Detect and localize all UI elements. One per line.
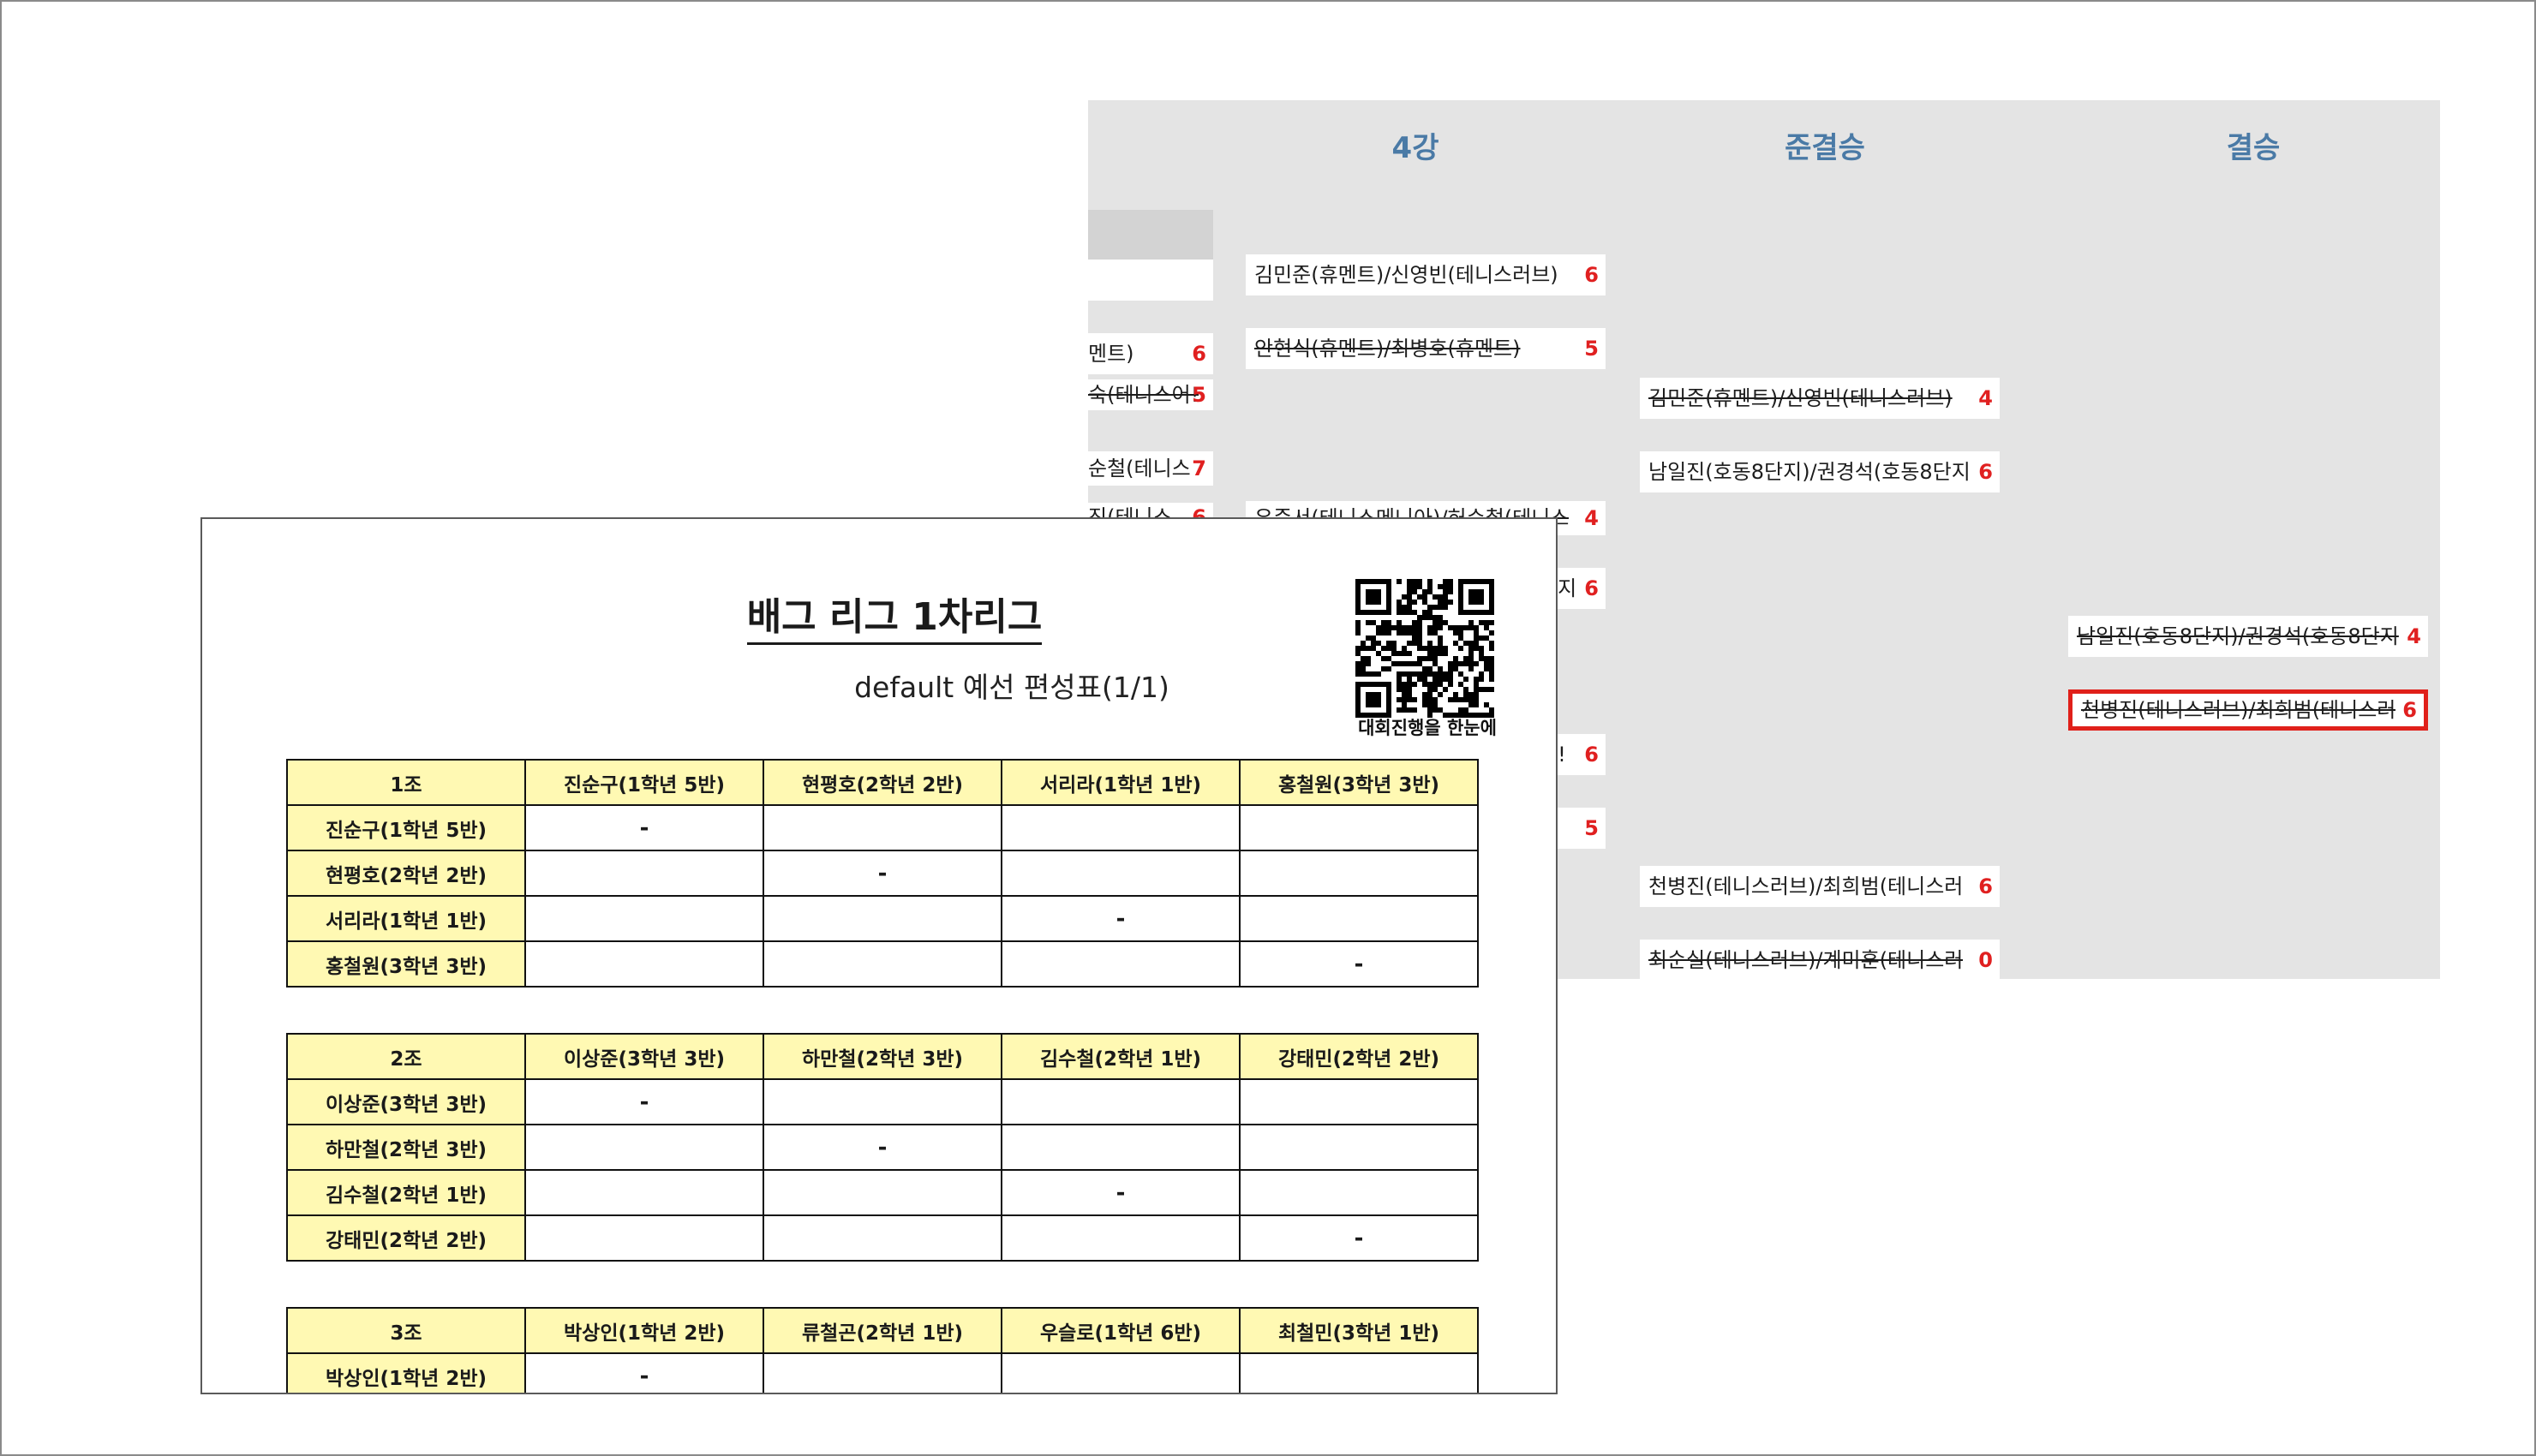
self-match-cell: - — [524, 1078, 764, 1125]
row-player: 진순구(1학년 5반) — [286, 804, 526, 851]
match-result-cell[interactable] — [763, 940, 1002, 988]
column-player: 류철곤(2학년 1반) — [763, 1307, 1002, 1354]
table-row: 하만철(2학년 3반) - — [286, 1124, 1479, 1171]
round-header-final: 결승 — [2226, 131, 2281, 165]
table-row: 이상준(3학년 3반) - — [286, 1078, 1479, 1125]
match-result-cell[interactable] — [763, 1352, 1002, 1393]
group-label: 2조 — [286, 1033, 526, 1080]
group-label: 3조 — [286, 1307, 526, 1354]
match-slot-selected[interactable]: 천병진(테니스러브)/최희범(테니스러 6 — [2068, 689, 2428, 731]
match-result-cell[interactable] — [1001, 1124, 1241, 1171]
screenshot-canvas: 4강 준결승 결승 멘트)6 숙(테니스어!5 순철(테니스7 진(테니스6 김… — [0, 0, 2536, 1456]
self-match-cell: - — [1239, 940, 1479, 988]
row-player: 서리라(1학년 1반) — [286, 895, 526, 942]
column-player: 김수철(2학년 1반) — [1001, 1033, 1241, 1080]
match-result-cell[interactable] — [524, 850, 764, 897]
round-bar — [1088, 210, 1213, 260]
match-result-cell[interactable] — [1239, 1352, 1479, 1393]
document-title: 배그 리그 1차리그 — [202, 586, 1556, 645]
match-slot[interactable]: 남일진(호동8단지)/권경석(호동8단지 6 — [1640, 451, 2000, 492]
column-player: 서리라(1학년 1반) — [1001, 759, 1241, 806]
column-player: 진순구(1학년 5반) — [524, 759, 764, 806]
column-player: 현평호(2학년 2반) — [763, 759, 1002, 806]
group-header-row: 3조 박상인(1학년 2반) 류철곤(2학년 1반) 우슬로(1학년 6반) 최철민(3… — [286, 1307, 1479, 1354]
match-slot[interactable]: 순철(테니스 7 — [1088, 451, 1213, 486]
match-slot[interactable]: 최순실(테니스러브)/계미훈(테니스러 0 — [1640, 940, 2000, 979]
match-result-cell[interactable] — [524, 940, 764, 988]
match-result-cell[interactable] — [1239, 1169, 1479, 1216]
document-subtitle: default 예선 편성표(1/1) — [854, 671, 1169, 704]
match-result-cell[interactable] — [763, 1078, 1002, 1125]
match-slot-empty[interactable] — [1088, 260, 1213, 301]
self-match-cell: - — [1001, 895, 1241, 942]
self-match-cell: - — [1001, 1169, 1241, 1216]
qr-caption: 대회진행을 한눈에 — [1358, 718, 1497, 738]
match-result-cell[interactable] — [763, 1169, 1002, 1216]
draw-sheet-document: 배그 리그 1차리그 default 예선 편성표(1/1) 대회진행을 한눈에… — [200, 517, 1558, 1394]
match-result-cell[interactable] — [1239, 804, 1479, 851]
match-result-cell[interactable] — [1001, 1214, 1241, 1262]
row-player: 현평호(2학년 2반) — [286, 850, 526, 897]
table-row: 서리라(1학년 1반) - — [286, 895, 1479, 942]
table-row: 김수철(2학년 1반) - — [286, 1169, 1479, 1216]
match-result-cell[interactable] — [524, 895, 764, 942]
match-result-cell[interactable] — [1239, 1124, 1479, 1171]
match-result-cell[interactable] — [524, 1214, 764, 1262]
row-player: 강태민(2학년 2반) — [286, 1214, 526, 1262]
match-result-cell[interactable] — [763, 1214, 1002, 1262]
row-player: 하만철(2학년 3반) — [286, 1124, 526, 1171]
table-row: 현평호(2학년 2반) - — [286, 850, 1479, 897]
column-player: 하만철(2학년 3반) — [763, 1033, 1002, 1080]
match-slot[interactable]: 김민준(휴멘트)/신영빈(테니스러브) 4 — [1640, 378, 2000, 419]
row-player: 이상준(3학년 3반) — [286, 1078, 526, 1125]
qr-code-icon[interactable] — [1355, 579, 1494, 718]
match-result-cell[interactable] — [763, 804, 1002, 851]
self-match-cell: - — [763, 1124, 1002, 1171]
match-result-cell[interactable] — [1239, 1078, 1479, 1125]
table-row: 홍철원(3학년 3반) - — [286, 940, 1479, 988]
column-player: 이상준(3학년 3반) — [524, 1033, 764, 1080]
group-header-row: 2조 이상준(3학년 3반) 하만철(2학년 3반) 김수철(2학년 1반) 강태민(2… — [286, 1033, 1479, 1080]
group-table-2: 2조 이상준(3학년 3반) 하만철(2학년 3반) 김수철(2학년 1반) 강태민(2… — [286, 1033, 1479, 1262]
match-slot[interactable]: 김민준(휴멘트)/신영빈(테니스러브) 6 — [1246, 254, 1606, 295]
row-player: 박상인(1학년 2반) — [286, 1352, 526, 1393]
group-table-1: 1조 진순구(1학년 5반) 현평호(2학년 2반) 서리라(1학년 1반) 홍철원(3… — [286, 759, 1479, 988]
match-result-cell[interactable] — [1239, 895, 1479, 942]
match-slot[interactable]: 남일진(호동8단지)/권경석(호동8단지 4 — [2068, 616, 2428, 657]
self-match-cell: - — [524, 804, 764, 851]
round-header-4gang: 4강 — [1391, 131, 1439, 165]
column-player: 박상인(1학년 2반) — [524, 1307, 764, 1354]
match-result-cell[interactable] — [1001, 850, 1241, 897]
match-result-cell[interactable] — [524, 1124, 764, 1171]
column-player: 우슬로(1학년 6반) — [1001, 1307, 1241, 1354]
self-match-cell: - — [763, 850, 1002, 897]
table-row: 박상인(1학년 2반) - — [286, 1352, 1479, 1393]
match-result-cell[interactable] — [1001, 940, 1241, 988]
match-result-cell[interactable] — [1001, 1078, 1241, 1125]
match-slot[interactable]: 멘트) 6 — [1088, 333, 1213, 374]
column-player: 최철민(3학년 1반) — [1239, 1307, 1479, 1354]
match-slot[interactable]: 안현식(휴멘트)/최병호(휴멘트) 5 — [1246, 328, 1606, 369]
match-result-cell[interactable] — [1001, 804, 1241, 851]
table-row: 강태민(2학년 2반) - — [286, 1214, 1479, 1262]
self-match-cell: - — [524, 1352, 764, 1393]
match-result-cell[interactable] — [1001, 1352, 1241, 1393]
match-slot[interactable]: 숙(테니스어! 5 — [1088, 379, 1213, 410]
column-player: 홍철원(3학년 3반) — [1239, 759, 1479, 806]
column-player: 강태민(2학년 2반) — [1239, 1033, 1479, 1080]
table-row: 진순구(1학년 5반) - — [286, 804, 1479, 851]
match-result-cell[interactable] — [763, 895, 1002, 942]
group-table-3: 3조 박상인(1학년 2반) 류철곤(2학년 1반) 우슬로(1학년 6반) 최철민(3… — [286, 1307, 1479, 1393]
match-result-cell[interactable] — [1239, 850, 1479, 897]
self-match-cell: - — [1239, 1214, 1479, 1262]
match-slot[interactable]: 천병진(테니스러브)/최희범(테니스러 6 — [1640, 866, 2000, 907]
row-player: 홍철원(3학년 3반) — [286, 940, 526, 988]
round-header-semifinal: 준결승 — [1785, 131, 1865, 165]
match-result-cell[interactable] — [524, 1169, 764, 1216]
group-header-row: 1조 진순구(1학년 5반) 현평호(2학년 2반) 서리라(1학년 1반) 홍철원(3… — [286, 759, 1479, 806]
group-label: 1조 — [286, 759, 526, 806]
row-player: 김수철(2학년 1반) — [286, 1169, 526, 1216]
